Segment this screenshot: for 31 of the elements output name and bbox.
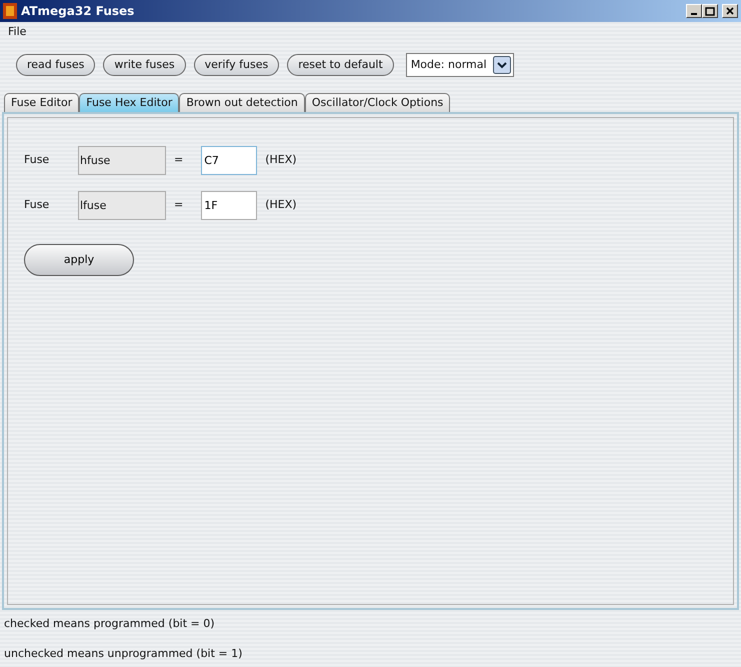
hex-input[interactable]: 1F — [201, 191, 258, 220]
tab[interactable]: Fuse Editor — [4, 93, 80, 112]
status-text: unchecked means unprogrammed (bit = 1) — [4, 646, 244, 662]
window-title: ATmega32 Fuses — [21, 3, 134, 20]
maximize-icon — [705, 6, 715, 16]
field-label: Fuse — [24, 197, 50, 214]
unit-label: (HEX) — [265, 152, 297, 168]
close-icon — [726, 7, 734, 15]
toolbar-button[interactable]: read fuses — [16, 54, 96, 76]
field-label: Fuse — [24, 152, 50, 168]
chevron-down-icon — [492, 56, 511, 74]
unit-label: (HEX) — [265, 197, 297, 214]
apply-button[interactable]: apply — [24, 244, 134, 276]
equals-sign: = — [174, 152, 184, 168]
status-text: checked means programmed (bit = 0) — [4, 616, 216, 632]
mode-dropdown[interactable]: Mode: normal — [406, 53, 514, 77]
equals-sign: = — [174, 197, 184, 214]
toolbar-button[interactable]: reset to default — [287, 54, 394, 76]
maximize-button[interactable] — [702, 4, 718, 18]
tab[interactable]: Oscillator/Clock Options — [304, 93, 450, 112]
toolbar-button[interactable]: verify fuses — [194, 54, 280, 76]
tab[interactable]: Brown out detection — [179, 93, 305, 112]
close-button[interactable] — [722, 4, 738, 18]
app-icon — [3, 3, 17, 19]
fuse-name-field: hfuse — [78, 146, 166, 175]
menu-item[interactable]: File — [8, 24, 26, 40]
fuse-name-field: lfuse — [78, 191, 166, 220]
toolbar-button[interactable]: write fuses — [103, 54, 186, 76]
hex-input[interactable]: C7 — [201, 146, 258, 175]
tab[interactable]: Fuse Hex Editor — [79, 93, 180, 112]
minimize-button[interactable] — [686, 4, 702, 18]
